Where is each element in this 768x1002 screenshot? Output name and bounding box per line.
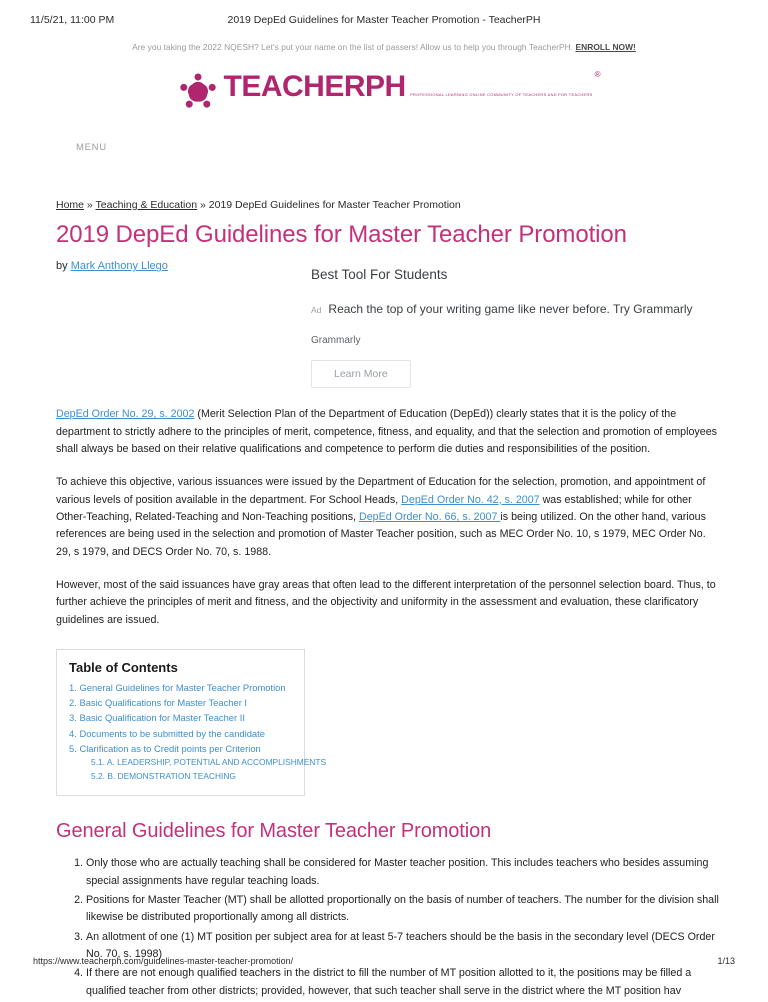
menu-label: MENU <box>76 142 107 153</box>
toc-subitem-label: A. LEADERSHIP, POTENTIAL AND ACCOMPLISHM… <box>106 757 327 768</box>
print-footer: https://www.teacherph.com/guidelines-mas… <box>0 956 768 970</box>
print-header: 11/5/21, 11:00 PM 2019 DepEd Guidelines … <box>0 14 768 30</box>
toc-heading: Table of Contents <box>69 659 178 675</box>
table-of-contents: Table of Contents 1. General Guidelines … <box>56 648 326 797</box>
byline-prefix: by <box>56 260 71 273</box>
paragraph-2: To achieve this objective, various issua… <box>56 474 720 561</box>
breadcrumb-separator-1: » <box>84 199 96 211</box>
announcement-text: Are you taking the 2022 NQESH? Let's put… <box>132 42 576 52</box>
toc-item-number: 4. <box>69 727 77 739</box>
breadcrumb-category-link[interactable]: Teaching & Education <box>96 199 198 211</box>
toc-subitem-number: 5.2. <box>91 770 105 781</box>
deped-order-29-link[interactable]: DepEd Order No. 29, s. 2002 <box>56 408 194 420</box>
deped-order-66-link[interactable]: DepEd Order No. 66, s. 2007 <box>359 511 500 523</box>
ad-badge: Ad <box>311 304 322 315</box>
toc-subitem-number: 5.1. <box>91 757 105 768</box>
paragraph-1: DepEd Order No. 29, s. 2002 (Merit Selec… <box>56 406 720 458</box>
breadcrumb-home-link[interactable]: Home <box>56 199 84 211</box>
page-title: 2019 DepEd Guidelines for Master Teacher… <box>56 220 627 248</box>
ad-headline[interactable]: Best Tool For Students <box>311 266 731 284</box>
toc-item-label: General Guidelines for Master Teacher Pr… <box>79 681 286 693</box>
list-item: Positions for Master Teacher (MT) shall … <box>69 892 719 924</box>
ad-brand: Grammarly <box>311 335 361 347</box>
logo-wordmark: TEACHERPH <box>223 70 407 103</box>
toc-list: 1. General Guidelines for Master Teacher… <box>69 680 326 784</box>
menu-toggle[interactable]: MENU <box>76 142 107 153</box>
toc-item-number: 2. <box>69 697 77 709</box>
list-item: Only those who are actually teaching sha… <box>69 855 709 887</box>
deped-order-42-link[interactable]: DepEd Order No. 42, s. 2007 <box>401 494 539 506</box>
toc-item-number: 1. <box>69 681 77 693</box>
announcement-bar: Are you taking the 2022 NQESH? Let's put… <box>0 42 768 52</box>
toc-item[interactable]: 3. Basic Qualification for Master Teache… <box>69 710 292 725</box>
enroll-now-link[interactable]: ENROLL NOW! <box>575 42 635 52</box>
breadcrumb-current: 2019 DepEd Guidelines for Master Teacher… <box>208 199 461 211</box>
breadcrumb: Home » Teaching & Education » 2019 DepEd… <box>56 198 720 213</box>
toc-item-number: 3. <box>69 712 77 724</box>
article-content: Home » Teaching & Education » 2019 DepEd… <box>56 198 720 1002</box>
print-footer-url: https://www.teacherph.com/guidelines-mas… <box>33 956 294 966</box>
paragraph-3: However, most of the said issuances have… <box>56 578 716 626</box>
list-item: If there are not enough qualified teache… <box>69 965 692 997</box>
toc-item[interactable]: 5. Clarification as to Credit points per… <box>69 741 292 756</box>
logo-tagline: PROFESSIONAL LEARNING ONLINE COMMUNITY O… <box>410 92 593 97</box>
print-footer-page-number: 1/13 <box>717 956 735 966</box>
toc-item-label: Clarification as to Credit points per Cr… <box>79 742 261 754</box>
toc-item-label: Basic Qualification for Master Teacher I… <box>79 712 245 724</box>
breadcrumb-separator-2: » <box>197 199 209 211</box>
section-heading: General Guidelines for Master Teacher Pr… <box>56 820 492 843</box>
print-document-title: 2019 DepEd Guidelines for Master Teacher… <box>227 14 541 26</box>
toc-item-label: Basic Qualifications for Master Teacher … <box>79 697 248 709</box>
ad-description-row: Ad Reach the top of your writing game li… <box>311 302 731 318</box>
toc-item-label: Documents to be submitted by the candida… <box>79 727 265 739</box>
toc-subitem[interactable]: 5.1. A. LEADERSHIP, POTENTIAL AND ACCOMP… <box>69 756 326 770</box>
toc-item[interactable]: 4. Documents to be submitted by the cand… <box>69 726 292 741</box>
toc-subitem[interactable]: 5.2. B. DEMONSTRATION TEACHING <box>69 770 292 784</box>
toc-item-number: 5. <box>69 742 77 754</box>
toc-item[interactable]: 1. General Guidelines for Master Teacher… <box>69 680 292 695</box>
guidelines-list: Only those who are actually teaching sha… <box>56 855 728 1002</box>
toc-subitem-label: B. DEMONSTRATION TEACHING <box>107 770 236 781</box>
teacherph-pinwheel-icon <box>176 70 220 114</box>
toc-item[interactable]: 2. Basic Qualifications for Master Teach… <box>69 695 292 710</box>
advertisement: Best Tool For Students Ad Reach the top … <box>311 266 731 389</box>
ad-learn-more-button[interactable]: Learn More <box>311 360 411 389</box>
ad-description[interactable]: Reach the top of your writing game like … <box>328 302 692 318</box>
author-link[interactable]: Mark Anthony Llego <box>71 260 168 272</box>
site-logo[interactable]: TEACHERPH ® PROFESSIONAL LEARNING ONLINE… <box>0 70 768 114</box>
registered-trademark-icon: ® <box>594 70 601 79</box>
article-body: DepEd Order No. 29, s. 2002 (Merit Selec… <box>56 406 720 629</box>
